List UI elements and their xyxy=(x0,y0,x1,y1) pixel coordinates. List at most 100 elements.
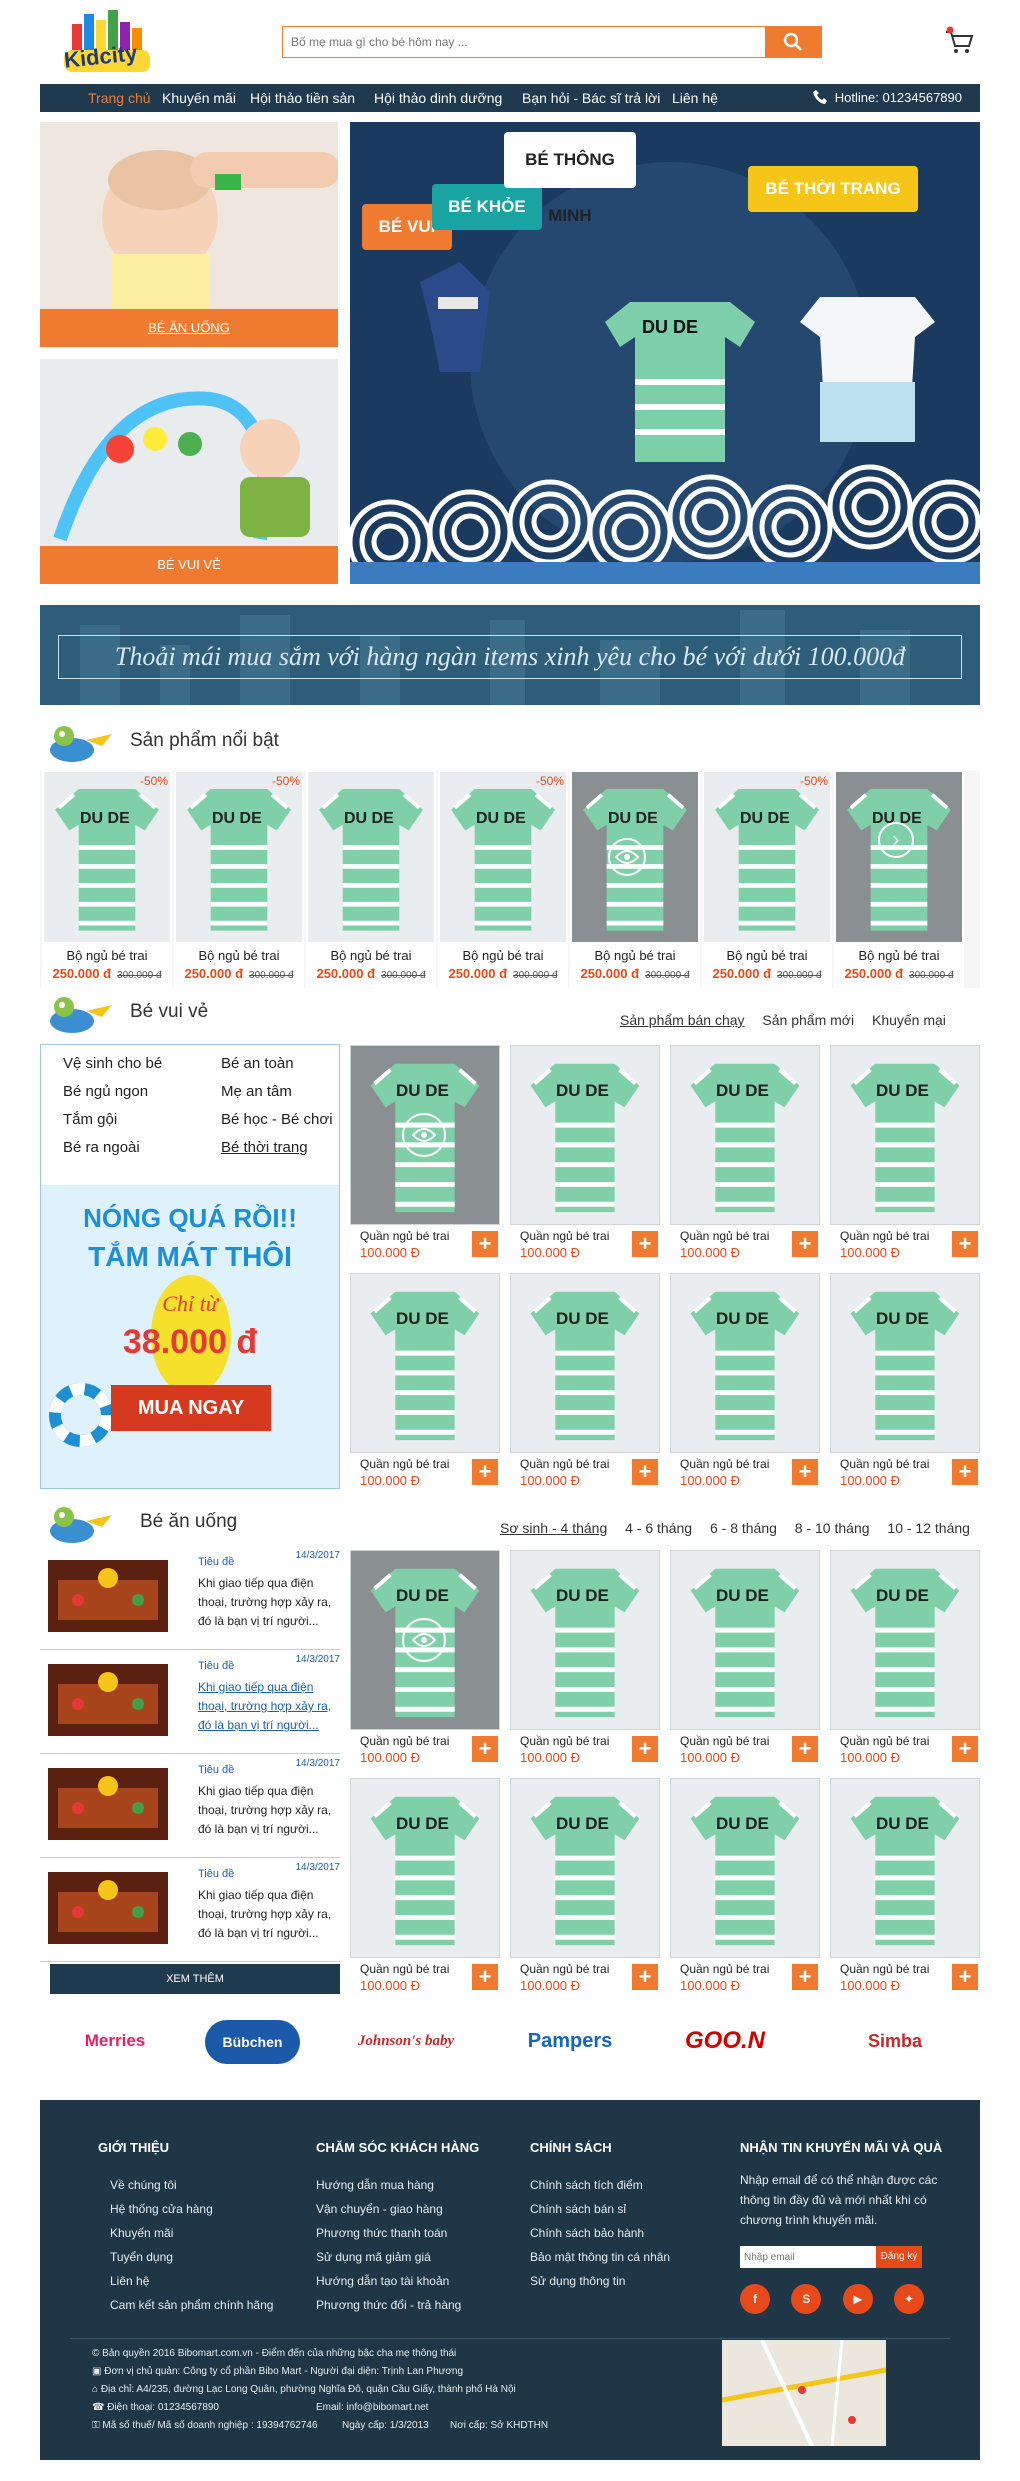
product-name[interactable]: Quần ngủ bé trai xyxy=(840,1457,929,1471)
product-name[interactable]: Quần ngủ bé trai xyxy=(360,1229,449,1243)
product-image[interactable] xyxy=(830,1778,980,1958)
product-card[interactable]: DU DE Quần ngủ bé trai 100.000 Đ + xyxy=(830,1045,980,1265)
product-image[interactable] xyxy=(510,1778,660,1958)
tab-new[interactable]: Sản phẩm mới xyxy=(762,1012,854,1028)
hero-banner[interactable]: BÉ VUI BÉ KHỎE BÉ THÔNG MINH BÉ THỜI TRA… xyxy=(350,122,980,584)
footer-map[interactable] xyxy=(722,2340,886,2446)
news-item[interactable]: Tiêu đề 14/3/2017 Khi giao tiếp qua điện t… xyxy=(40,1546,340,1650)
add-to-cart-plus-icon[interactable]: + xyxy=(632,1231,658,1257)
tag-smart[interactable]: BÉ THÔNG MINH xyxy=(504,132,636,225)
footer-link[interactable]: Vận chuyển - giao hàng xyxy=(316,2202,443,2216)
hotline[interactable]: Hotline: 01234567890 xyxy=(812,84,962,112)
product-name[interactable]: Bộ ngủ bé trai xyxy=(702,948,832,963)
cat-learn-play[interactable]: Bé học - Bé chơi xyxy=(221,1111,333,1128)
footer-link[interactable]: Tuyển dụng xyxy=(110,2250,173,2264)
youtube-icon[interactable]: ▶ xyxy=(842,2284,873,2314)
product-image[interactable] xyxy=(830,1550,980,1730)
add-to-cart-plus-icon[interactable]: + xyxy=(472,1964,498,1990)
product-card[interactable]: DU DE Quần ngủ bé trai 100.000 Đ + xyxy=(830,1273,980,1493)
cat-hygiene[interactable]: Vệ sinh cho bé xyxy=(63,1055,162,1072)
news-item[interactable]: Tiêu đề 14/3/2017 Khi giao tiếp qua điện t… xyxy=(40,1754,340,1858)
skype-icon[interactable]: S xyxy=(791,2284,822,2314)
nav-prenatal-seminar[interactable]: Hội thảo tiền sản xyxy=(250,84,355,112)
cat-mom[interactable]: Mẹ an tâm xyxy=(221,1083,292,1100)
product-image[interactable] xyxy=(306,772,436,942)
product-name[interactable]: Quần ngủ bé trai xyxy=(520,1962,609,1976)
add-to-cart-plus-icon[interactable]: + xyxy=(792,1231,818,1257)
product-card[interactable]: DU DE Quần ngủ bé trai 100.000 Đ + xyxy=(670,1045,820,1265)
news-title[interactable]: Tiêu đề xyxy=(198,1764,234,1776)
footer-link[interactable]: Phương thức đổi - trả hàng xyxy=(316,2298,461,2312)
add-to-cart-plus-icon[interactable]: + xyxy=(952,1736,978,1762)
cat-safety[interactable]: Bé an toàn xyxy=(221,1055,294,1072)
product-image[interactable] xyxy=(670,1045,820,1225)
footer-link[interactable]: Bảo mật thông tin cá nhân xyxy=(530,2250,670,2264)
footer-link[interactable]: Hướng dẫn mua hàng xyxy=(316,2178,434,2192)
product-image[interactable] xyxy=(42,772,172,942)
add-to-cart-plus-icon[interactable]: + xyxy=(792,1964,818,1990)
product-image[interactable] xyxy=(830,1045,980,1225)
product-image[interactable] xyxy=(350,1273,500,1453)
tab-age-4-6[interactable]: 4 - 6 tháng xyxy=(625,1520,692,1536)
product-image[interactable] xyxy=(510,1045,660,1225)
product-name[interactable]: Quần ngủ bé trai xyxy=(840,1962,929,1976)
product-card[interactable]: DU DE Quần ngủ bé trai 100.000 Đ + xyxy=(350,1778,500,1998)
add-to-cart-plus-icon[interactable]: + xyxy=(952,1459,978,1485)
product-name[interactable]: Quần ngủ bé trai xyxy=(520,1734,609,1748)
footer-link[interactable]: Khuyến mãi xyxy=(110,2226,173,2240)
nav-doctor-qa[interactable]: Bạn hỏi - Bác sĩ trả lời xyxy=(522,84,660,112)
product-image[interactable] xyxy=(350,1778,500,1958)
footer-link[interactable]: Cam kết sản phẩm chính hãng xyxy=(110,2298,273,2312)
add-to-cart-plus-icon[interactable]: + xyxy=(472,1736,498,1762)
product-image[interactable] xyxy=(174,772,304,942)
product-image[interactable] xyxy=(670,1778,820,1958)
tab-bestseller[interactable]: Sản phẩm bán chạy xyxy=(620,1012,745,1028)
featured-card[interactable]: DU DE -50% Bộ ngủ bé trai 250.000 đ 300.000 … xyxy=(42,770,172,988)
search-input[interactable] xyxy=(283,27,763,57)
product-name[interactable]: Quần ngủ bé trai xyxy=(680,1962,769,1976)
product-card[interactable]: DU DE Quần ngủ bé trai 100.000 Đ + xyxy=(830,1550,980,1770)
brand-johnsons[interactable]: Johnson's baby xyxy=(356,2016,456,2066)
add-to-cart-plus-icon[interactable]: + xyxy=(792,1459,818,1485)
product-name[interactable]: Bộ ngủ bé trai xyxy=(306,948,436,963)
featured-card[interactable]: DU DE Bộ ngủ bé trai 250.000 đ 300.000 đ xyxy=(570,770,700,988)
brand-simba[interactable]: Simba xyxy=(840,2016,950,2066)
product-card[interactable]: DU DE Quần ngủ bé trai 100.000 Đ + xyxy=(510,1778,660,1998)
product-name[interactable]: Bộ ngủ bé trai xyxy=(174,948,304,963)
facebook-icon[interactable]: f xyxy=(740,2284,770,2314)
tab-sale[interactable]: Khuyến mại xyxy=(872,1012,946,1028)
product-card[interactable]: DU DE Quần ngủ bé trai 100.000 Đ + xyxy=(830,1778,980,1998)
search-button[interactable] xyxy=(765,27,821,57)
footer-link[interactable]: Liên hệ xyxy=(110,2274,149,2288)
nav-contact[interactable]: Liên hệ xyxy=(672,84,718,112)
footer-link[interactable]: Phương thức thanh toán xyxy=(316,2226,447,2240)
add-to-cart-plus-icon[interactable]: + xyxy=(952,1964,978,1990)
featured-card[interactable]: DU DE -50% Bộ ngủ bé trai 250.000 đ 300.000 … xyxy=(702,770,832,988)
featured-card[interactable]: DU DE -50% Bộ ngủ bé trai 250.000 đ 300.000 … xyxy=(174,770,304,988)
tag-fashion[interactable]: BÉ THỜI TRANG xyxy=(748,166,918,212)
product-name[interactable]: Quần ngủ bé trai xyxy=(360,1457,449,1471)
product-name[interactable]: Bộ ngủ bé trai xyxy=(570,948,700,963)
footer-link[interactable]: Sử dụng thông tin xyxy=(530,2274,625,2288)
footer-link[interactable]: Hệ thống cửa hàng xyxy=(110,2202,213,2216)
nav-promotions[interactable]: Khuyến mãi xyxy=(162,84,236,112)
footer-link[interactable]: Về chúng tôi xyxy=(110,2178,177,2192)
footer-link[interactable]: Chính sách bảo hành xyxy=(530,2226,644,2240)
news-title[interactable]: Tiêu đề xyxy=(198,1868,234,1880)
news-title[interactable]: Tiêu đề xyxy=(198,1556,234,1568)
product-card[interactable]: DU DE Quần ngủ bé trai 100.000 Đ + xyxy=(670,1778,820,1998)
news-item[interactable]: Tiêu đề 14/3/2017 Khi giao tiếp qua điện t… xyxy=(40,1650,340,1754)
add-to-cart-plus-icon[interactable]: + xyxy=(792,1736,818,1762)
featured-card[interactable]: DU DE Bộ ngủ bé trai 250.000 đ 300.000 đ xyxy=(306,770,436,988)
product-name[interactable]: Quần ngủ bé trai xyxy=(520,1229,609,1243)
product-card[interactable]: DU DE Quần ngủ bé trai 100.000 Đ + xyxy=(670,1273,820,1493)
news-item[interactable]: Tiêu đề 14/3/2017 Khi giao tiếp qua điện t… xyxy=(40,1858,340,1962)
twitter-icon[interactable]: ✦ xyxy=(894,2284,925,2314)
product-image[interactable] xyxy=(670,1550,820,1730)
product-card[interactable]: DU DE Quần ngủ bé trai 100.000 Đ + xyxy=(510,1273,660,1493)
quick-view-eye-icon[interactable] xyxy=(402,1618,446,1662)
product-name[interactable]: Quần ngủ bé trai xyxy=(520,1457,609,1471)
newsletter-signup-button[interactable]: Đăng ký xyxy=(876,2246,922,2268)
nav-nutrition-seminar[interactable]: Hội thảo dinh dưỡng xyxy=(374,84,502,112)
product-name[interactable]: Quần ngủ bé trai xyxy=(360,1734,449,1748)
